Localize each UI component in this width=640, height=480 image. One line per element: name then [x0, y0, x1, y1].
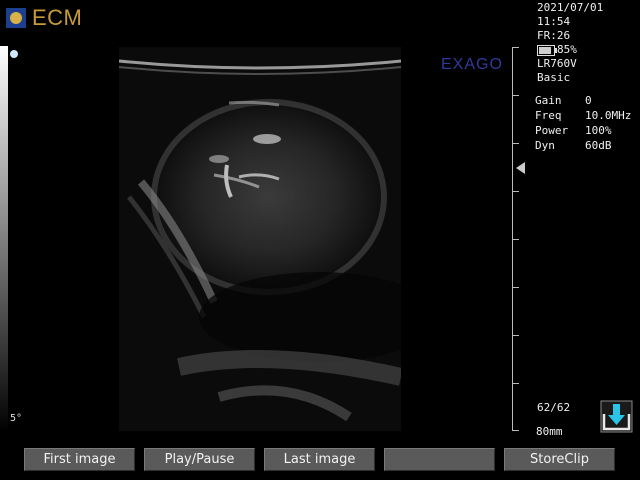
status-panel: 2021/07/01 11:54 FR:26 85% LR760V Basic — [537, 1, 603, 85]
first-image-button[interactable]: First image — [24, 448, 135, 471]
grayscale-bar — [0, 46, 8, 432]
frame-rate: FR:26 — [537, 29, 571, 42]
battery-icon — [537, 44, 557, 56]
save-download-icon[interactable] — [600, 400, 633, 433]
play-pause-button[interactable]: Play/Pause — [144, 448, 255, 471]
focus-marker-icon[interactable] — [516, 162, 525, 174]
param-value: 100% — [585, 124, 612, 137]
ultrasound-image[interactable] — [119, 47, 401, 431]
logo-text: ECM — [32, 5, 83, 30]
param-value: 10.0MHz — [585, 109, 632, 122]
param-freq: Freq 10.0MHz — [535, 108, 631, 123]
param-label: Power — [535, 124, 569, 137]
exago-brand: EXAGO — [441, 56, 503, 73]
param-dyn: Dyn 60dB — [535, 138, 631, 153]
param-gain: Gain 0 — [535, 93, 631, 108]
store-clip-button[interactable]: StoreClip — [504, 448, 615, 471]
param-label: Gain — [535, 94, 562, 107]
param-power: Power 100% — [535, 123, 631, 138]
battery-row: 85% — [537, 43, 603, 57]
param-value: 60dB — [585, 139, 612, 152]
imaging-params: Gain 0 Freq 10.0MHz Power 100% Dyn 60dB — [535, 93, 631, 153]
time: 11:54 — [537, 15, 571, 28]
date: 2021/07/01 — [537, 1, 604, 14]
preset-name: Basic — [537, 71, 571, 84]
logo-mark-icon — [6, 8, 26, 28]
last-image-button[interactable]: Last image — [264, 448, 375, 471]
frame-counter: 62/62 — [537, 401, 571, 414]
param-label: Freq — [535, 109, 562, 122]
probe-name: LR760V — [537, 57, 577, 70]
battery-percent: 85% — [557, 43, 577, 56]
orientation-dot-icon — [10, 50, 18, 58]
param-value: 0 — [585, 94, 592, 107]
depth-scale — [512, 47, 523, 431]
depth-readout: 80mm — [536, 425, 563, 438]
angle-readout: 5° — [10, 413, 23, 424]
ecm-logo: ECM — [6, 5, 83, 30]
blank-button[interactable] — [384, 448, 495, 471]
ultrasound-texture — [119, 59, 401, 422]
param-label: Dyn — [535, 139, 555, 152]
